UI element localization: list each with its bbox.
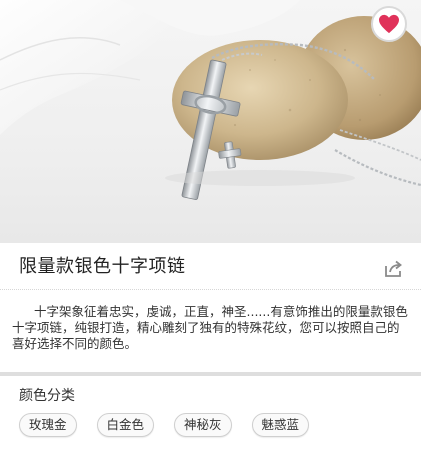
color-options: 玫瑰金 白金色 神秘灰 魅惑蓝 [19, 413, 310, 437]
color-option-rose-gold[interactable]: 玫瑰金 [19, 413, 77, 437]
color-option-mystic-gray[interactable]: 神秘灰 [174, 413, 232, 437]
heart-icon [379, 14, 399, 34]
share-icon [385, 260, 402, 277]
product-title: 限量款银色十字项链 [19, 256, 186, 277]
divider [0, 289, 421, 290]
favorite-button[interactable] [371, 6, 407, 42]
product-description: 十字架象征着忠实，虔诚，正直，神圣......有意饰推出的限量款银色十字项链，纯… [12, 304, 408, 351]
product-header: 限量款银色十字项链 [0, 243, 421, 289]
product-photo [0, 0, 421, 200]
share-button[interactable] [384, 260, 404, 278]
color-option-charm-blue[interactable]: 魅惑蓝 [251, 413, 310, 437]
product-image [0, 0, 421, 243]
section-divider [0, 372, 421, 376]
product-detail-page: 限量款银色十字项链 十字架象征着忠实，虔诚，正直，神圣......有意饰推出的限… [0, 0, 421, 464]
color-section-label: 颜色分类 [19, 388, 75, 404]
color-option-platinum[interactable]: 白金色 [96, 413, 155, 437]
